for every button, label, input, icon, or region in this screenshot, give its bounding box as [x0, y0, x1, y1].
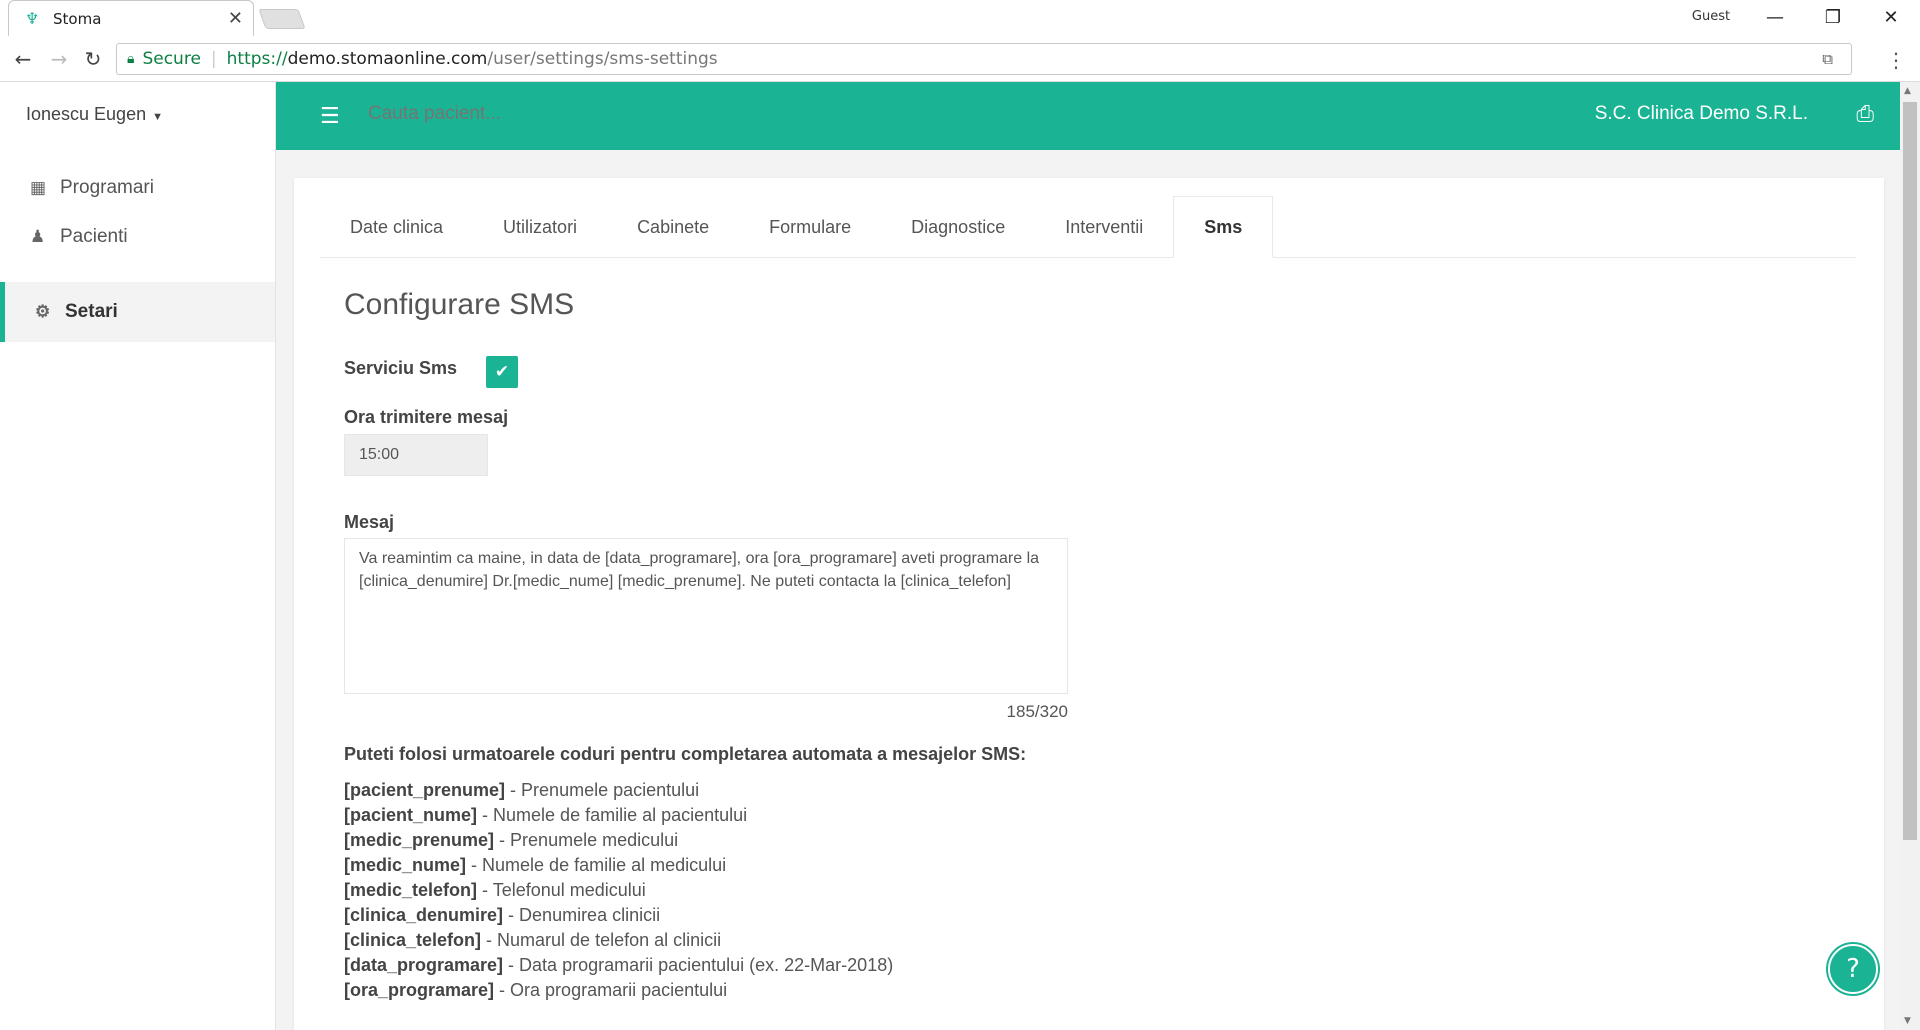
code-desc: - Numarul de telefon al clinicii: [481, 930, 722, 950]
sidebar-item-setari[interactable]: ⚙ Setari: [0, 282, 275, 342]
scroll-down-icon[interactable]: ▼: [1904, 1016, 1911, 1026]
code-token: [medic_nume]: [344, 855, 467, 875]
url-field[interactable]: 🔒︎ Secure | https:// demo.stomaonline.co…: [116, 43, 1852, 75]
user-name: Ionescu Eugen: [26, 104, 147, 124]
code-desc: - Prenumele medicului: [494, 830, 679, 850]
list-item: [pacient_nume] - Numele de familie al pa…: [344, 803, 893, 828]
caret-down-icon: ▼: [152, 111, 163, 123]
code-desc: - Denumirea clinicii: [503, 905, 661, 925]
restore-button[interactable]: ❐: [1804, 0, 1862, 34]
url-protocol: https://: [226, 49, 288, 69]
secure-label: Secure: [142, 49, 201, 69]
new-tab-button[interactable]: [258, 9, 306, 29]
message-textarea[interactable]: Va reamintim ca maine, in data de [data_…: [344, 538, 1068, 694]
codes-list: [pacient_prenume] - Prenumele pacientulu…: [344, 778, 893, 1003]
lock-icon: 🔒︎: [127, 51, 135, 67]
clinic-name: S.C. Clinica Demo S.R.L.: [1594, 103, 1808, 124]
patient-search-input[interactable]: [368, 103, 768, 125]
code-token: [ora_programare]: [344, 980, 495, 1000]
separator: |: [210, 49, 217, 69]
reload-icon[interactable]: ↻: [78, 44, 108, 74]
tab-date-clinica[interactable]: Date clinica: [320, 196, 473, 258]
list-item: [data_programare] - Data programarii pac…: [344, 953, 893, 978]
tab-utilizatori[interactable]: Utilizatori: [473, 196, 607, 258]
close-window-button[interactable]: ✕: [1862, 0, 1920, 34]
scroll-up-icon[interactable]: ▲: [1904, 86, 1911, 96]
codes-intro: Puteti folosi urmatoarele coduri pentru …: [344, 744, 1027, 764]
sidebar-item-pacienti[interactable]: ♟ Pacienti: [0, 207, 275, 267]
browser-menu-icon[interactable]: ⋮: [1886, 48, 1906, 72]
gear-icon: ⚙: [35, 302, 51, 321]
top-navbar: ☰ S.C. Clinica Demo S.R.L. ⎙: [276, 82, 1900, 150]
person-icon: ♟: [30, 227, 46, 246]
list-item: [medic_prenume] - Prenumele medicului: [344, 828, 893, 853]
browser-tabstrip: ♆ Stoma ✕ Guest — ❐ ✕: [0, 0, 1920, 36]
character-counter: 185/320: [1006, 702, 1068, 721]
tab-diagnostice[interactable]: Diagnostice: [881, 196, 1035, 258]
address-bar-row: ← → ↻ 🔒︎ Secure | https:// demo.stomaonl…: [0, 36, 1920, 82]
list-item: [pacient_prenume] - Prenumele pacientulu…: [344, 778, 893, 803]
guest-profile-button[interactable]: Guest: [1686, 4, 1736, 28]
list-item: [medic_telefon] - Telefonul medicului: [344, 878, 893, 903]
list-item: [medic_nume] - Numele de familie al medi…: [344, 853, 893, 878]
code-desc: - Data programarii pacientului (ex. 22-M…: [503, 955, 894, 975]
main-content: Date clinica Utilizatori Cabinete Formul…: [276, 150, 1900, 1030]
calendar-icon: ▦: [30, 178, 47, 197]
code-token: [pacient_prenume]: [344, 780, 506, 800]
code-token: [data_programare]: [344, 955, 504, 975]
print-icon[interactable]: ⎙: [1856, 102, 1874, 127]
checkmark-icon: ✔: [494, 362, 510, 382]
tab-title: Stoma: [53, 9, 102, 28]
page-title: Configurare SMS: [344, 288, 575, 321]
sms-service-label: Serviciu Sms: [344, 358, 458, 378]
url-host: demo.stomaonline.com: [287, 49, 488, 69]
sidebar-item-label: Pacienti: [60, 226, 128, 247]
sms-service-checkbox[interactable]: ✔: [486, 356, 518, 388]
code-token: [clinica_denumire]: [344, 905, 504, 925]
browser-tab[interactable]: ♆ Stoma ✕: [8, 0, 254, 36]
list-item: [clinica_denumire] - Denumirea clinicii: [344, 903, 893, 928]
send-time-label: Ora trimitere mesaj: [344, 407, 509, 427]
help-button[interactable]: ?: [1828, 944, 1878, 994]
tab-cabinete[interactable]: Cabinete: [607, 196, 739, 258]
hamburger-menu-icon[interactable]: ☰: [320, 104, 340, 129]
list-item: [ora_programare] - Ora programarii pacie…: [344, 978, 893, 1003]
code-token: [medic_prenume]: [344, 830, 495, 850]
code-desc: - Prenumele pacientului: [505, 780, 700, 800]
code-desc: - Ora programarii pacientului: [494, 980, 728, 1000]
forward-icon[interactable]: →: [44, 44, 74, 74]
url-path: /user/settings/sms-settings: [487, 49, 718, 69]
tab-formulare[interactable]: Formulare: [739, 196, 881, 258]
list-item: [clinica_telefon] - Numarul de telefon a…: [344, 928, 893, 953]
tab-interventii[interactable]: Interventii: [1035, 196, 1173, 258]
sidebar: Ionescu Eugen ▼ ▦ Programari ♟ Pacienti ⚙…: [0, 82, 276, 1030]
tab-close-icon[interactable]: ✕: [228, 8, 243, 29]
code-token: [clinica_telefon]: [344, 930, 482, 950]
scrollbar-thumb[interactable]: [1903, 102, 1917, 840]
code-desc: - Telefonul medicului: [477, 880, 646, 900]
sidebar-item-label: Setari: [65, 301, 118, 322]
minimize-button[interactable]: —: [1746, 0, 1804, 34]
message-label: Mesaj: [344, 512, 395, 532]
code-token: [pacient_nume]: [344, 805, 478, 825]
user-menu[interactable]: Ionescu Eugen ▼: [26, 104, 163, 125]
back-icon[interactable]: ←: [8, 44, 38, 74]
code-token: [medic_telefon]: [344, 880, 478, 900]
tab-sms[interactable]: Sms: [1173, 196, 1274, 258]
code-desc: - Numele de familie al medicului: [466, 855, 727, 875]
page-scrollbar[interactable]: ▲ ▼: [1900, 82, 1920, 1030]
settings-card: Date clinica Utilizatori Cabinete Formul…: [294, 178, 1884, 1030]
translate-icon[interactable]: ⧉: [1822, 50, 1833, 68]
tooth-favicon-icon: ♆: [25, 8, 40, 28]
settings-tabs: Date clinica Utilizatori Cabinete Formul…: [320, 196, 1856, 258]
send-time-input[interactable]: [344, 434, 488, 476]
code-desc: - Numele de familie al pacientului: [477, 805, 748, 825]
sidebar-item-label: Programari: [60, 177, 154, 198]
